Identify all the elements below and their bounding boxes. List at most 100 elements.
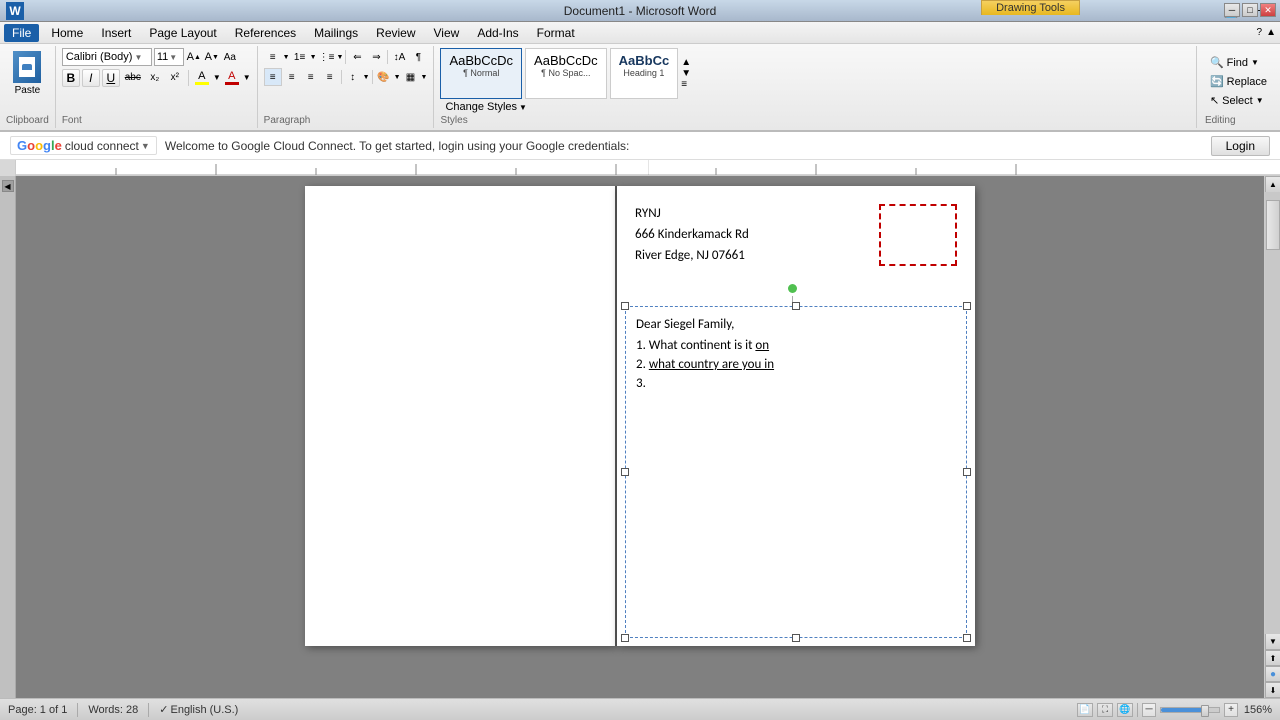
text-highlight-button[interactable]: A <box>193 68 211 87</box>
gcc-logo[interactable]: G o o g l e cloud connect ▼ <box>10 136 157 155</box>
help-collapse-icon[interactable]: ? <box>1257 27 1263 38</box>
style-no-spacing[interactable]: AaBbCcDc ¶ No Spac... <box>525 48 607 99</box>
text-box[interactable]: Dear Siegel Family, 1. What continent is… <box>625 306 967 638</box>
shading-button[interactable]: 🎨 <box>375 68 393 86</box>
bullets-dropdown-icon[interactable]: ▼ <box>283 54 290 61</box>
rotation-handle[interactable] <box>788 284 797 293</box>
superscript-button[interactable]: x² <box>166 69 184 87</box>
align-center-button[interactable]: ≡ <box>283 68 301 86</box>
view-web[interactable]: 🌐 <box>1117 703 1133 717</box>
bold-button[interactable]: B <box>62 69 80 87</box>
style-heading1[interactable]: AaBbCc Heading 1 <box>610 48 679 99</box>
font-grow-button[interactable]: A▲ <box>186 49 202 65</box>
font-name-dropdown[interactable]: Calibri (Body)▼ <box>62 48 152 66</box>
view-toggle[interactable]: ◀ <box>2 180 14 192</box>
multilevel-dropdown-icon[interactable]: ▼ <box>337 54 344 61</box>
line-spacing-button[interactable]: ↕ <box>344 68 362 86</box>
font-color-button[interactable]: A <box>223 68 241 87</box>
select-button[interactable]: ↖Select▼ <box>1205 92 1272 109</box>
replace-button[interactable]: 🔄Replace <box>1205 73 1272 90</box>
document-area: RYNJ 666 Kinderkamack Rd River Edge, NJ … <box>16 176 1264 698</box>
styles-scroll-up[interactable]: ▲ <box>681 57 691 68</box>
paste-button[interactable]: Paste <box>8 48 46 99</box>
scroll-thumb[interactable] <box>1266 200 1280 250</box>
zoom-slider[interactable] <box>1160 707 1220 713</box>
paste-label: Paste <box>15 85 41 96</box>
strikethrough-button[interactable]: abc <box>122 69 144 87</box>
title-bar-title: Document1 - Microsoft Word <box>0 4 1280 18</box>
styles-more[interactable]: ≡ <box>681 79 691 90</box>
style-normal[interactable]: AaBbCcDc ¶ Normal <box>440 48 522 99</box>
handle-top-right[interactable] <box>963 302 971 310</box>
align-left-button[interactable]: ≡ <box>264 68 282 86</box>
font-size-dropdown[interactable]: 11▼ <box>154 48 184 66</box>
menu-insert[interactable]: Insert <box>93 24 139 42</box>
subscript-button[interactable]: x₂ <box>146 69 164 87</box>
restore-button[interactable]: □ <box>1242 3 1258 17</box>
clear-format-button[interactable]: Aa <box>222 49 238 65</box>
borders-dropdown-icon[interactable]: ▼ <box>421 74 428 81</box>
bullets-button[interactable]: ≡ <box>264 48 282 66</box>
clipboard-label: Clipboard <box>6 115 49 126</box>
find-button[interactable]: 🔍Find▼ <box>1205 54 1272 71</box>
menu-home[interactable]: Home <box>43 24 91 42</box>
next-page-button[interactable]: ⬇ <box>1265 682 1280 698</box>
font-shrink-button[interactable]: A▼ <box>204 49 220 65</box>
increase-indent-button[interactable]: ⇒ <box>367 48 385 66</box>
prev-page-button[interactable]: ⬆ <box>1265 650 1280 666</box>
numbering-dropdown-icon[interactable]: ▼ <box>310 54 317 61</box>
zoom-in-button[interactable]: + <box>1224 703 1238 717</box>
handle-mid-left[interactable] <box>621 468 629 476</box>
close-button[interactable]: ✕ <box>1260 3 1276 17</box>
font-color-dropdown-icon[interactable]: ▼ <box>243 73 251 82</box>
zoom-level[interactable]: 156% <box>1242 704 1272 716</box>
handle-bot-right[interactable] <box>963 634 971 642</box>
spell-check-icon[interactable]: ✓ English (U.S.) <box>159 703 238 716</box>
borders-button[interactable]: ▦ <box>402 68 420 86</box>
menu-addins[interactable]: Add-Ins <box>469 24 526 42</box>
align-right-button[interactable]: ≡ <box>302 68 320 86</box>
menu-references[interactable]: References <box>227 24 304 42</box>
select-browse-button[interactable]: ● <box>1265 666 1280 682</box>
handle-mid-right[interactable] <box>963 468 971 476</box>
menu-review[interactable]: Review <box>368 24 423 42</box>
change-styles-button[interactable]: Change Styles▼ <box>440 99 531 115</box>
handle-top-mid[interactable] <box>792 302 800 310</box>
minimize-button[interactable]: ─ <box>1224 3 1240 17</box>
sort-button[interactable]: ↕A <box>390 48 408 66</box>
numbering-button[interactable]: 1≡ <box>291 48 309 66</box>
multilevel-button[interactable]: ⋮≡ <box>318 48 336 66</box>
view-print-layout[interactable]: 📄 <box>1077 703 1093 717</box>
zoom-thumb[interactable] <box>1201 705 1209 717</box>
menu-view[interactable]: View <box>426 24 468 42</box>
menu-mailings[interactable]: Mailings <box>306 24 366 42</box>
paragraph-group: ≡ ▼ 1≡ ▼ ⋮≡ ▼ ⇐ ⇒ ↕A ¶ ≡ ≡ ≡ ≡ ↕ ▼ 🎨 ▼ ▦ <box>258 46 435 128</box>
highlight-dropdown-icon[interactable]: ▼ <box>213 73 221 82</box>
underline-button[interactable]: U <box>102 69 120 87</box>
zoom-out-button[interactable]: ─ <box>1142 703 1156 717</box>
handle-bot-mid[interactable] <box>792 634 800 642</box>
page-right: RYNJ 666 Kinderkamack Rd River Edge, NJ … <box>617 186 975 646</box>
menu-page-layout[interactable]: Page Layout <box>141 24 224 42</box>
page-info: Page: 1 of 1 <box>8 704 67 716</box>
line-spacing-dropdown-icon[interactable]: ▼ <box>363 74 370 81</box>
drawing-tools-tab[interactable]: Drawing Tools <box>981 0 1080 15</box>
word-icon: W <box>6 2 24 20</box>
handle-top-left[interactable] <box>621 302 629 310</box>
scroll-down-button[interactable]: ▼ <box>1265 634 1280 650</box>
decrease-indent-button[interactable]: ⇐ <box>348 48 366 66</box>
scroll-track <box>1265 192 1280 634</box>
menu-file[interactable]: File <box>4 24 39 42</box>
address-block: RYNJ 666 Kinderkamack Rd River Edge, NJ … <box>635 204 749 266</box>
italic-button[interactable]: I <box>82 69 100 87</box>
show-marks-button[interactable]: ¶ <box>409 48 427 66</box>
gcc-login-button[interactable]: Login <box>1211 136 1270 156</box>
menu-format[interactable]: Format <box>529 24 583 42</box>
view-full-screen[interactable]: ⛶ <box>1097 703 1113 717</box>
handle-bot-left[interactable] <box>621 634 629 642</box>
ribbon-collapse-icon[interactable]: ▲ <box>1266 27 1276 38</box>
shading-dropdown-icon[interactable]: ▼ <box>394 74 401 81</box>
scroll-up-button[interactable]: ▲ <box>1265 176 1280 192</box>
styles-scroll-down[interactable]: ▼ <box>681 68 691 79</box>
justify-button[interactable]: ≡ <box>321 68 339 86</box>
